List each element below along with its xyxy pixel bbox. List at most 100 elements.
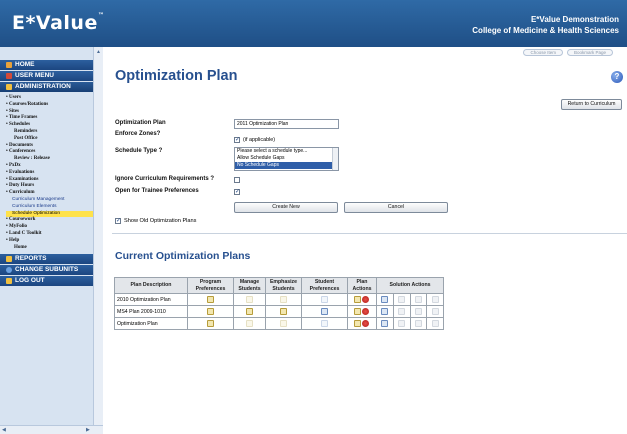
- view-solution-icon[interactable]: [381, 296, 389, 303]
- create-new-button[interactable]: Create New: [234, 202, 338, 213]
- ignore-curriculum-checkbox[interactable]: [234, 177, 240, 183]
- solution-action-icon: [431, 308, 439, 315]
- table-cell: [301, 305, 348, 318]
- sidebar-menu-item[interactable]: • Time Frames: [6, 115, 93, 122]
- scroll-up-icon[interactable]: ▲: [96, 49, 101, 55]
- return-to-curriculum-button[interactable]: Return to Curriculum: [561, 99, 622, 110]
- page-title: Optimization Plan: [115, 68, 238, 84]
- evalue-logo[interactable]: E*Value™: [12, 12, 104, 34]
- edit-plan-icon[interactable]: [354, 308, 361, 315]
- user-icon: [6, 73, 12, 79]
- sidebar-menu-item[interactable]: • Evaluations: [6, 170, 93, 177]
- sidebar-menu-item[interactable]: Curriculum Management: [6, 197, 93, 204]
- table-cell: [233, 305, 266, 318]
- program-preferences-icon[interactable]: [207, 296, 214, 303]
- table-row[interactable]: MS4 Plan 2009-1010: [114, 305, 444, 318]
- sidebar-menu-item[interactable]: • Duty Hours: [6, 183, 93, 190]
- sidebar-administration[interactable]: ADMINISTRATION: [0, 82, 93, 92]
- solution-action-icon: [414, 308, 422, 315]
- solution-action-cell: [392, 293, 411, 306]
- sidebar-menu-item[interactable]: • Courses/Rotations: [6, 102, 93, 109]
- sidebar-log-out[interactable]: LOG OUT: [0, 276, 93, 287]
- sidebar-menu-item[interactable]: • Land C Toolkit: [6, 231, 93, 238]
- schedule-type-option[interactable]: Please select a schedule type...: [235, 148, 338, 155]
- scroll-left-icon[interactable]: ◀: [2, 427, 6, 433]
- program-preferences-icon[interactable]: [207, 320, 214, 327]
- listbox-scrollbar[interactable]: [332, 148, 338, 170]
- emphasize-students-icon[interactable]: [280, 296, 287, 303]
- sidebar-reports[interactable]: REPORTS: [0, 254, 93, 265]
- col-plan-actions: Plan Actions: [347, 277, 377, 294]
- manage-students-icon[interactable]: [246, 296, 253, 303]
- delete-icon[interactable]: [362, 296, 369, 303]
- organization-name: E*Value Demonstration College of Medicin…: [472, 14, 619, 36]
- table-row[interactable]: 2010 Optimization Plan: [114, 293, 444, 306]
- plan-actions-cell: [347, 317, 377, 330]
- plan-description-cell[interactable]: Optimization Plan: [114, 317, 188, 330]
- sidebar-menu-item[interactable]: Review : Release: [6, 156, 93, 163]
- sidebar-menu-item[interactable]: Home: [6, 245, 93, 252]
- solution-action-cell: [392, 305, 411, 318]
- enforce-zones-checkbox[interactable]: [234, 136, 240, 143]
- sidebar-change-subunits[interactable]: CHANGE SUBUNITS: [0, 265, 93, 276]
- table-row[interactable]: Optimization Plan: [114, 317, 444, 330]
- plan-name-input[interactable]: 2011 Optimization Plan: [234, 119, 339, 129]
- program-preferences-icon[interactable]: [207, 308, 214, 315]
- edit-plan-icon[interactable]: [354, 296, 361, 303]
- solution-action-icon: [414, 296, 422, 303]
- student-preferences-icon[interactable]: [321, 296, 328, 303]
- change-subunits-icon: [6, 267, 12, 274]
- delete-icon[interactable]: [362, 320, 369, 327]
- sidebar-menu-item[interactable]: Curriculum Elements: [6, 204, 93, 211]
- table-cell: [187, 317, 234, 330]
- sidebar-menu-item[interactable]: • Examinations: [6, 177, 93, 184]
- sidebar-menu-item[interactable]: • PxDx: [6, 163, 93, 170]
- sidebar-menu-item[interactable]: • Conferences: [6, 149, 93, 156]
- col-manage-students: Manage Students: [233, 277, 266, 294]
- admin-menu-list: • Users • Courses/Rotations • Sites • Time …: [0, 93, 93, 253]
- sidebar-horizontal-scrollbar[interactable]: ◀ ▶: [0, 425, 103, 434]
- manage-students-icon[interactable]: [246, 308, 253, 315]
- schedule-type-option[interactable]: Allow Schedule Gaps: [235, 155, 338, 162]
- emphasize-students-icon[interactable]: [280, 308, 287, 315]
- sidebar-home[interactable]: HOME: [0, 60, 93, 70]
- sidebar-menu-item[interactable]: • Documents: [6, 143, 93, 150]
- sidebar-user-menu[interactable]: USER MENU: [0, 71, 93, 81]
- view-solution-icon[interactable]: [381, 308, 389, 315]
- sidebar-menu-item[interactable]: Post Office: [6, 136, 93, 143]
- bookmark-page-button[interactable]: Bookmark Page: [566, 49, 613, 56]
- plan-description-cell[interactable]: 2010 Optimization Plan: [114, 293, 188, 306]
- help-icon[interactable]: ?: [611, 71, 623, 83]
- student-preferences-icon[interactable]: [321, 320, 328, 327]
- show-old-checkbox[interactable]: [115, 217, 121, 224]
- cancel-button[interactable]: Cancel: [344, 202, 448, 213]
- sidebar-menu-item[interactable]: • Sites: [6, 109, 93, 116]
- student-preferences-icon[interactable]: [321, 308, 328, 315]
- manage-students-icon[interactable]: [246, 320, 253, 327]
- sidebar-menu-item[interactable]: • Users: [6, 95, 93, 102]
- sidebar-scrollbar[interactable]: ▲ ▼: [93, 47, 103, 434]
- emphasize-students-icon[interactable]: [280, 320, 287, 327]
- edit-plan-icon[interactable]: [354, 320, 361, 327]
- sidebar-menu-item[interactable]: Schedule Optimization: [6, 210, 93, 218]
- solution-action-cell: [376, 293, 394, 306]
- schedule-type-select[interactable]: Please select a schedule type... Allow S…: [234, 147, 339, 171]
- plan-description-cell[interactable]: MS4 Plan 2009-1010: [114, 305, 188, 318]
- view-solution-icon[interactable]: [381, 320, 389, 327]
- sidebar-menu-item[interactable]: • Curriculum: [6, 190, 93, 197]
- open-trainee-checkbox[interactable]: [234, 188, 240, 195]
- show-old-plans[interactable]: Show Old Optimization Plans: [115, 217, 196, 224]
- choose-item-button[interactable]: Choose Item: [523, 49, 563, 56]
- sidebar-menu-item[interactable]: Reminders: [6, 129, 93, 136]
- table-cell: [233, 317, 266, 330]
- solution-action-cell: [409, 305, 428, 318]
- sidebar-menu-item[interactable]: • Help: [6, 238, 93, 245]
- delete-icon[interactable]: [362, 308, 369, 315]
- schedule-type-option-selected[interactable]: No Schedule Gaps: [235, 162, 338, 169]
- sidebar-menu-item[interactable]: • Coursework: [6, 217, 93, 224]
- current-plans-title: Current Optimization Plans: [115, 250, 251, 262]
- sidebar-menu-item[interactable]: • MyFolio: [6, 224, 93, 231]
- section-divider: [112, 233, 627, 234]
- sidebar-menu-item[interactable]: • Schedules: [6, 122, 93, 129]
- scroll-right-icon[interactable]: ▶: [86, 427, 90, 433]
